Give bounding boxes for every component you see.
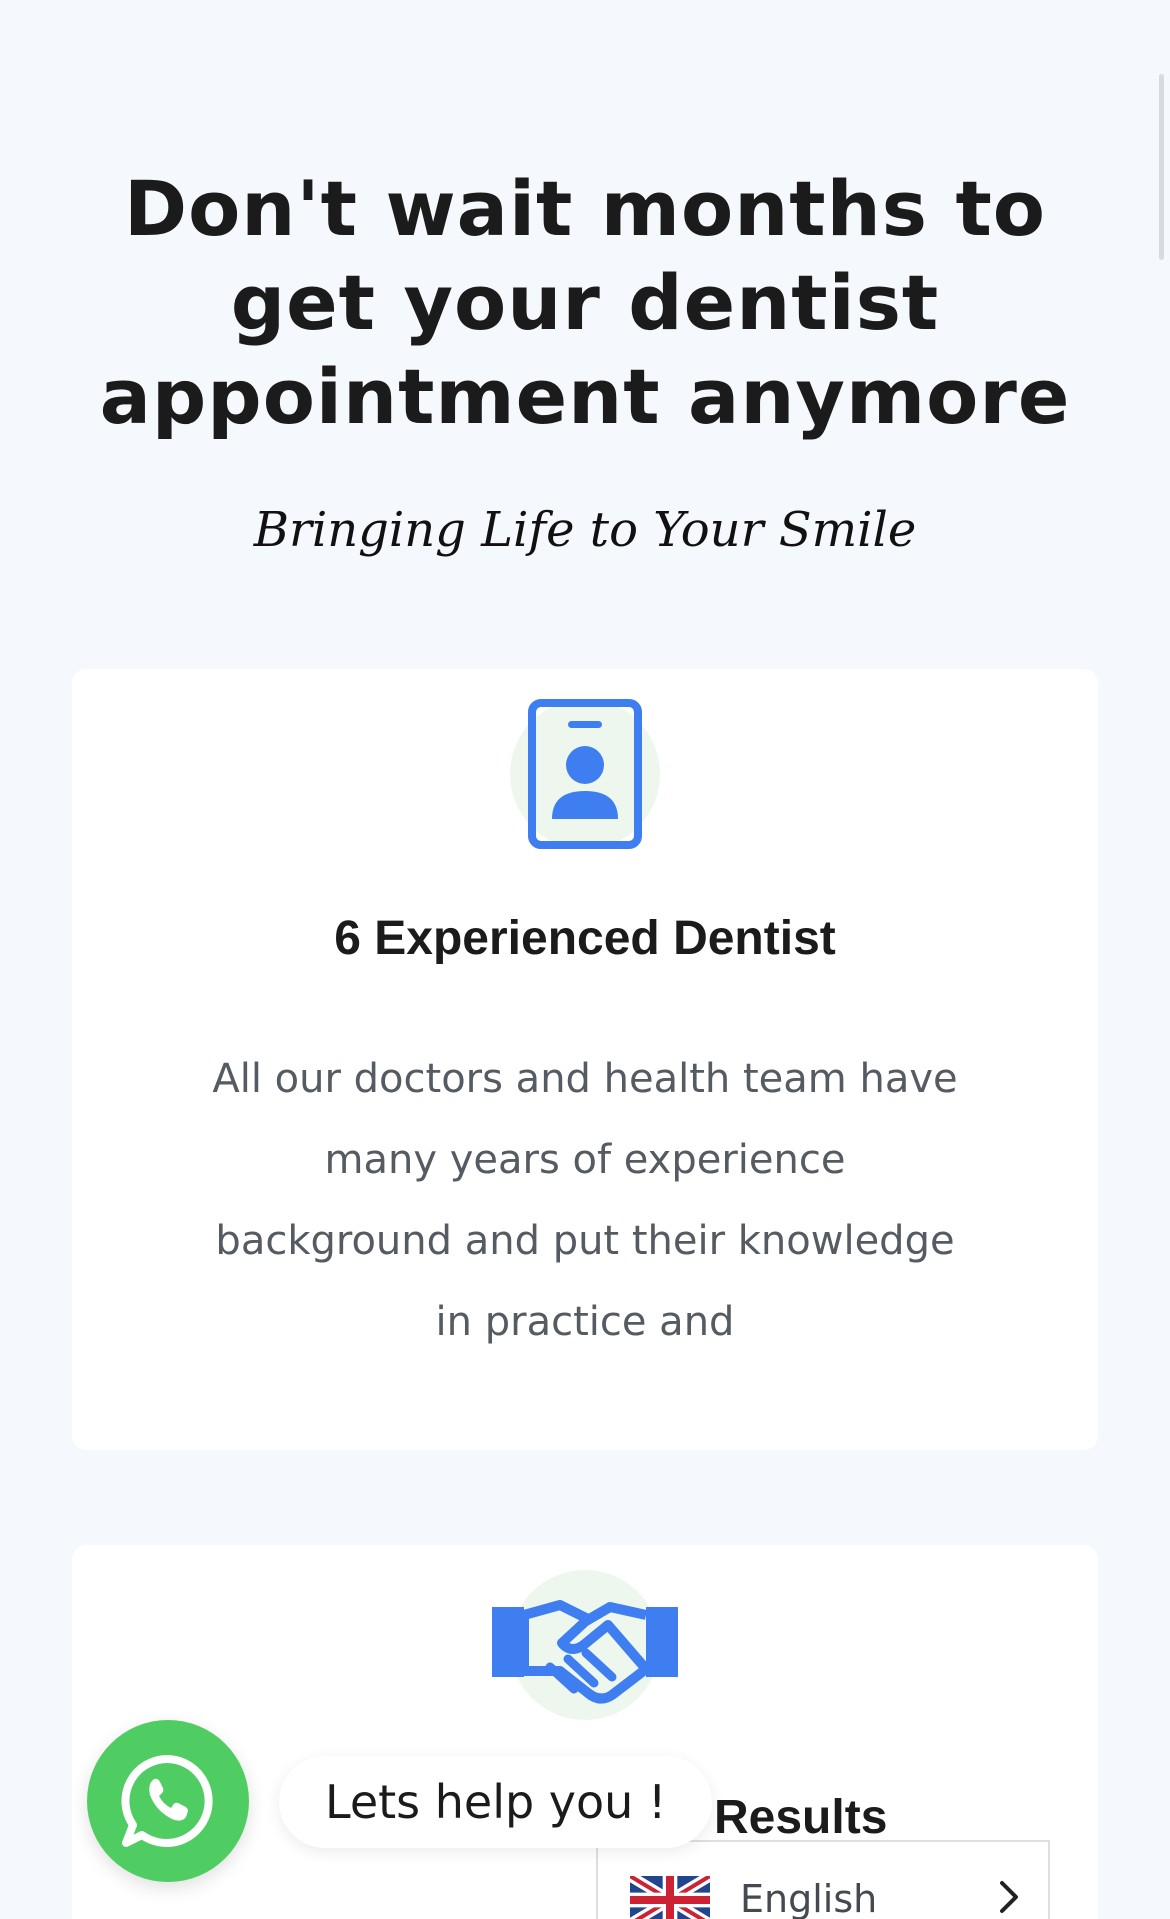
- uk-flag-icon: [630, 1876, 710, 1919]
- hero-title: Don't wait months to get your dentist ap…: [99, 164, 1071, 441]
- whatsapp-icon: [121, 1754, 213, 1847]
- whatsapp-chat-button[interactable]: [87, 1720, 249, 1882]
- id-badge-icon: [510, 699, 660, 849]
- chevron-right-icon: [1000, 1881, 1018, 1913]
- feature-description: All our doctors and health team have man…: [212, 1056, 958, 1345]
- feature-title-results: Results: [714, 1791, 888, 1844]
- feature-title: 6 Experienced Dentist: [334, 912, 836, 965]
- page: Don't wait months to get your dentist ap…: [0, 0, 1170, 1919]
- hero-tagline: Bringing Life to Your Smile: [253, 502, 917, 558]
- whatsapp-prompt-bubble[interactable]: Lets help you !: [279, 1756, 713, 1848]
- language-label: English: [740, 1877, 878, 1919]
- language-selector[interactable]: English: [596, 1840, 1050, 1919]
- scrollbar[interactable]: [1159, 74, 1164, 260]
- handshake-icon: [492, 1570, 678, 1720]
- feature-card-dentists: 6 Experienced Dentist All our doctors an…: [72, 669, 1098, 1450]
